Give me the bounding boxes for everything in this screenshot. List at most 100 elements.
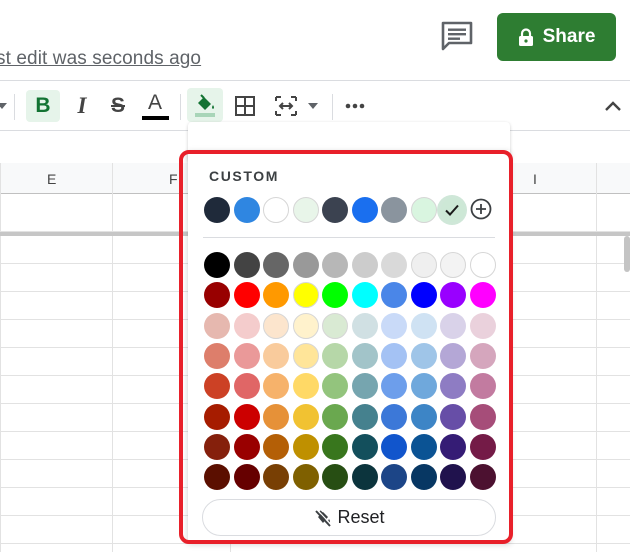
palette-color-swatch[interactable] <box>440 464 466 491</box>
strikethrough-button[interactable]: S <box>102 88 134 124</box>
column-header-i[interactable]: I <box>533 171 537 187</box>
share-button[interactable]: Share <box>497 13 616 61</box>
palette-color-swatch[interactable] <box>322 312 348 339</box>
column-header-f[interactable]: F <box>169 171 178 187</box>
fill-color-button[interactable] <box>187 88 223 122</box>
palette-color-swatch[interactable] <box>440 373 466 400</box>
palette-color-swatch[interactable] <box>292 252 319 278</box>
palette-color-swatch[interactable] <box>440 312 466 339</box>
palette-color-swatch[interactable] <box>351 312 378 339</box>
palette-color-swatch[interactable] <box>410 433 437 460</box>
palette-color-swatch[interactable] <box>381 312 407 339</box>
reset-button[interactable]: Reset <box>202 499 496 536</box>
palette-color-swatch[interactable] <box>469 373 496 400</box>
palette-color-swatch[interactable] <box>263 373 289 400</box>
add-custom-color-icon[interactable] <box>470 198 492 220</box>
palette-color-swatch[interactable] <box>381 342 407 369</box>
palette-color-swatch[interactable] <box>233 433 260 460</box>
palette-color-swatch[interactable] <box>410 464 437 491</box>
palette-color-swatch[interactable] <box>204 373 230 400</box>
palette-color-swatch[interactable] <box>351 403 378 430</box>
palette-color-swatch[interactable] <box>351 282 378 309</box>
last-edit-link[interactable]: st edit was seconds ago <box>0 48 201 70</box>
palette-color-swatch[interactable] <box>233 373 260 400</box>
palette-color-swatch[interactable] <box>204 312 230 339</box>
palette-color-swatch[interactable] <box>292 282 319 309</box>
palette-color-swatch[interactable] <box>233 342 260 369</box>
custom-color-swatch[interactable] <box>381 197 407 223</box>
palette-color-swatch[interactable] <box>381 433 407 460</box>
palette-color-swatch[interactable] <box>322 433 348 460</box>
palette-color-swatch[interactable] <box>469 282 496 309</box>
palette-color-swatch[interactable] <box>469 464 496 491</box>
palette-color-swatch[interactable] <box>292 403 319 430</box>
palette-color-swatch[interactable] <box>233 252 260 278</box>
palette-color-swatch[interactable] <box>440 342 466 369</box>
palette-color-swatch[interactable] <box>263 252 289 278</box>
palette-color-swatch[interactable] <box>469 433 496 460</box>
custom-color-swatch[interactable] <box>292 197 319 223</box>
palette-color-swatch[interactable] <box>351 464 378 491</box>
palette-color-swatch[interactable] <box>322 403 348 430</box>
palette-color-swatch[interactable] <box>381 464 407 491</box>
palette-color-swatch[interactable] <box>292 373 319 400</box>
palette-color-swatch[interactable] <box>381 403 407 430</box>
palette-color-swatch[interactable] <box>351 342 378 369</box>
palette-color-swatch[interactable] <box>410 373 437 400</box>
palette-color-swatch[interactable] <box>410 252 437 278</box>
palette-color-swatch[interactable] <box>233 403 260 430</box>
comment-icon[interactable] <box>440 20 474 52</box>
palette-color-swatch[interactable] <box>292 433 319 460</box>
palette-color-swatch[interactable] <box>322 373 348 400</box>
custom-color-swatch[interactable] <box>263 197 289 223</box>
palette-color-swatch[interactable] <box>263 342 289 369</box>
palette-color-swatch[interactable] <box>322 252 348 278</box>
palette-color-swatch[interactable] <box>351 252 378 278</box>
palette-color-swatch[interactable] <box>469 312 496 339</box>
vertical-scrollbar-thumb[interactable] <box>624 236 630 272</box>
custom-color-swatch[interactable] <box>410 197 437 223</box>
palette-color-swatch[interactable] <box>204 342 230 369</box>
palette-color-swatch[interactable] <box>204 464 230 491</box>
palette-color-swatch[interactable] <box>263 312 289 339</box>
palette-color-swatch[interactable] <box>440 252 466 278</box>
bold-button[interactable]: B <box>26 90 60 122</box>
palette-color-swatch[interactable] <box>233 464 260 491</box>
borders-button[interactable] <box>230 88 260 124</box>
more-options-button[interactable] <box>340 88 370 124</box>
text-color-button[interactable]: A <box>140 88 172 124</box>
palette-color-swatch[interactable] <box>204 403 230 430</box>
palette-color-swatch[interactable] <box>263 403 289 430</box>
palette-color-swatch[interactable] <box>292 464 319 491</box>
palette-color-swatch[interactable] <box>322 342 348 369</box>
palette-color-swatch[interactable] <box>204 252 230 278</box>
palette-color-swatch[interactable] <box>292 342 319 369</box>
custom-color-swatch[interactable] <box>204 197 230 223</box>
palette-color-swatch[interactable] <box>351 373 378 400</box>
palette-color-swatch[interactable] <box>351 433 378 460</box>
custom-color-swatch[interactable] <box>351 197 378 223</box>
palette-color-swatch[interactable] <box>410 282 437 309</box>
palette-color-swatch[interactable] <box>204 433 230 460</box>
column-header-e[interactable]: E <box>47 171 56 187</box>
palette-color-swatch[interactable] <box>233 282 260 309</box>
palette-color-swatch[interactable] <box>233 312 260 339</box>
palette-color-swatch[interactable] <box>440 433 466 460</box>
palette-color-swatch[interactable] <box>410 312 437 339</box>
custom-color-swatch[interactable] <box>233 197 260 223</box>
palette-color-swatch[interactable] <box>292 312 319 339</box>
palette-color-swatch[interactable] <box>469 252 496 278</box>
custom-color-swatch[interactable] <box>322 197 348 223</box>
palette-color-swatch[interactable] <box>469 403 496 430</box>
palette-color-swatch[interactable] <box>440 403 466 430</box>
palette-color-swatch[interactable] <box>263 464 289 491</box>
palette-color-swatch[interactable] <box>322 464 348 491</box>
palette-color-swatch[interactable] <box>410 342 437 369</box>
collapse-toolbar-button[interactable] <box>600 88 626 124</box>
palette-color-swatch[interactable] <box>469 342 496 369</box>
toolbar-dropdown-arrow[interactable] <box>0 88 12 124</box>
merge-cells-button[interactable] <box>268 88 324 124</box>
palette-color-swatch[interactable] <box>381 373 407 400</box>
palette-color-swatch[interactable] <box>381 252 407 278</box>
palette-color-swatch[interactable] <box>263 433 289 460</box>
